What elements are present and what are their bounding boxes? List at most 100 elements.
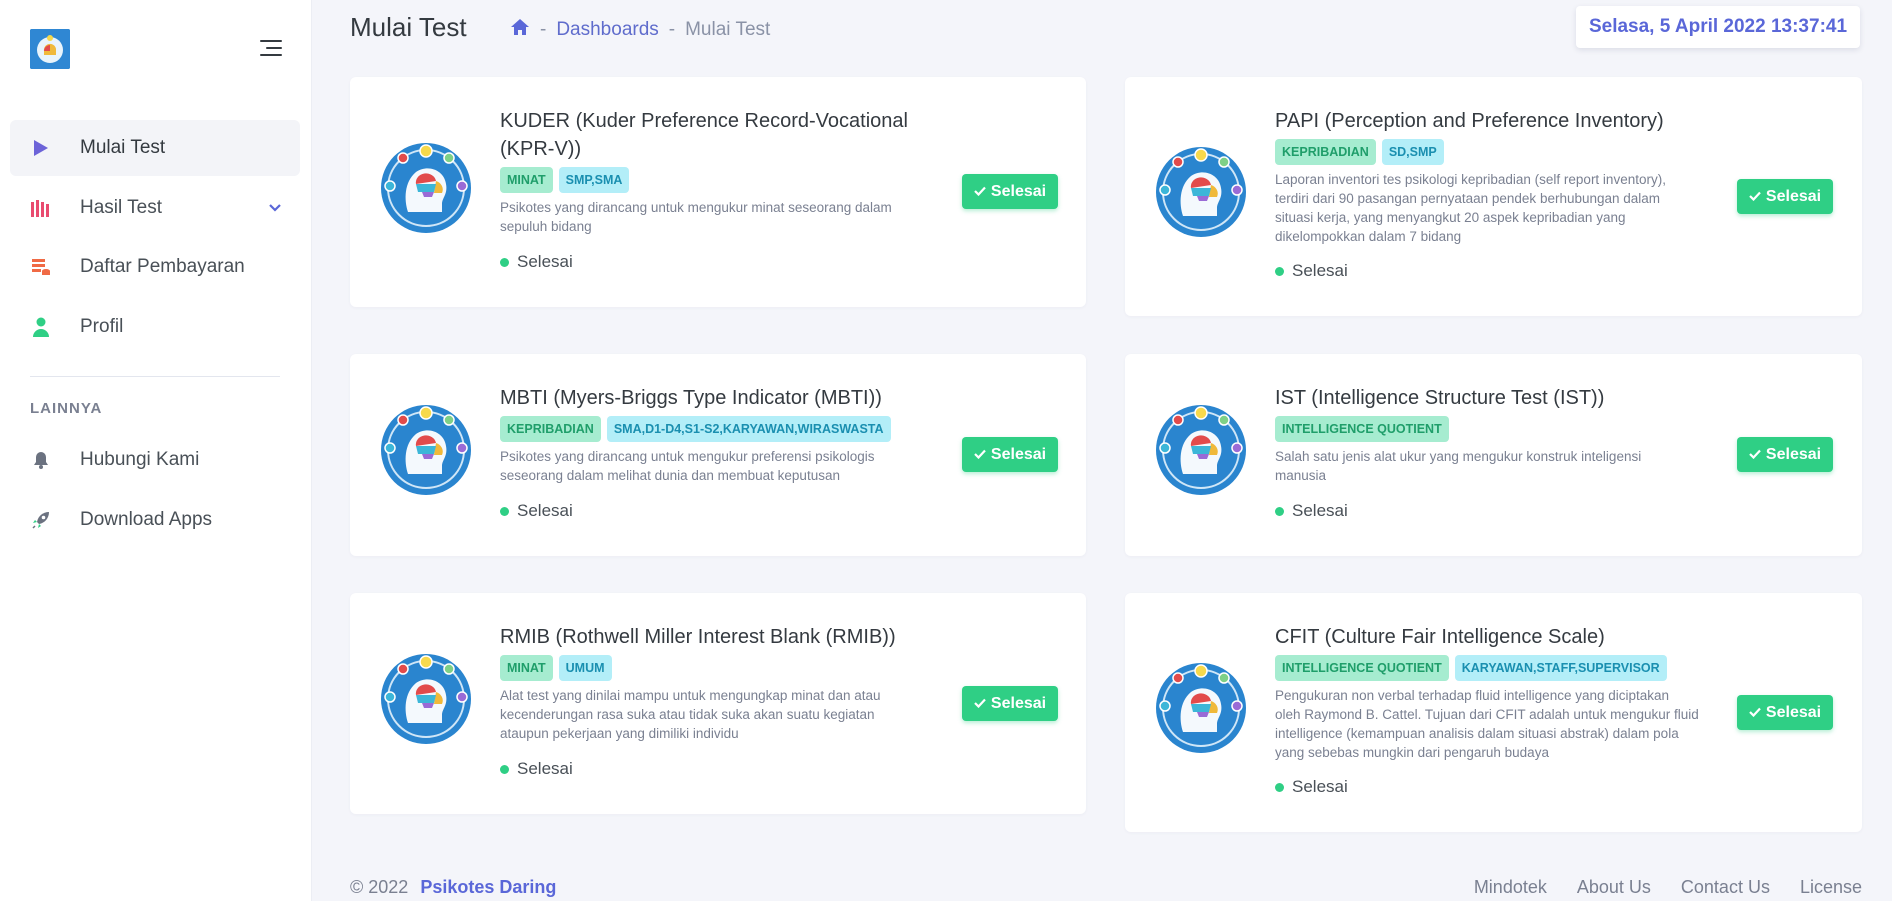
status-dot-icon [1275, 266, 1284, 276]
test-description-line: yang sebebas mungkin dari pengaruh buday… [1275, 745, 1549, 760]
test-badges: INTELLIGENCE QUOTIENT KARYAWAN,STAFF,SUP… [1275, 655, 1667, 681]
category-badge: INTELLIGENCE QUOTIENT [1275, 416, 1449, 442]
breadcrumb-separator: - [668, 19, 676, 40]
test-description-line: manusia [1275, 468, 1327, 483]
footer-link-license[interactable]: License [1800, 877, 1862, 898]
footer-link-mindotek[interactable]: Mindotek [1474, 877, 1547, 898]
sidebar-item-profil[interactable]: Profil [10, 299, 300, 355]
sidebar-section-title: LAINNYA [30, 400, 103, 417]
test-description: Psikotes yang dirancang untuk mengukur m… [500, 198, 892, 236]
test-status: Selesai [1275, 501, 1348, 521]
test-description-line: ataupun pekerjaan yang dimiliki individu [500, 726, 739, 741]
selesai-button[interactable]: Selesai [962, 686, 1058, 721]
test-description-line: kecenderungan rasa suka atau tidak suka … [500, 707, 875, 722]
selesai-button[interactable]: Selesai [962, 174, 1058, 209]
check-icon [974, 183, 986, 201]
selesai-button[interactable]: Selesai [1737, 437, 1833, 472]
test-status: Selesai [500, 501, 573, 521]
psychology-avatar-icon [1155, 662, 1247, 754]
level-badge: KARYAWAN,STAFF,SUPERVISOR [1454, 655, 1667, 681]
test-title: RMIB (Rothwell Miller Interest Blank (RM… [500, 626, 896, 648]
database-icon [30, 256, 52, 278]
sidebar-divider [30, 376, 280, 377]
test-description: Laporan inventori tes psikologi kepribad… [1275, 170, 1666, 246]
test-description-line: situasi kerja, yang menyangkut 20 aspek … [1275, 210, 1626, 225]
selesai-button[interactable]: Selesai [962, 437, 1058, 472]
test-card-mbti: MBTI (Myers-Briggs Type Indicator (MBTI)… [350, 354, 1086, 556]
test-description-line: sepuluh bidang [500, 219, 592, 234]
sidebar-item-download-apps[interactable]: Download Apps [10, 492, 300, 548]
footer-link-about-us[interactable]: About Us [1577, 877, 1651, 898]
test-description: Salah satu jenis alat ukur yang mengukur… [1275, 447, 1641, 485]
psychology-avatar-icon [1155, 146, 1247, 238]
test-title: CFIT (Culture Fair Intelligence Scale) [1275, 626, 1605, 648]
sidebar-toggle-icon[interactable] [258, 38, 282, 60]
bell-icon [30, 449, 52, 471]
bar-chart-icon [30, 197, 52, 219]
test-status-label: Selesai [1292, 777, 1348, 796]
test-description-line: dikelompokkan dalam 7 bidang [1275, 229, 1462, 244]
user-icon [30, 316, 52, 338]
footer-brand-link[interactable]: Psikotes Daring [420, 877, 556, 898]
rocket-icon [30, 509, 52, 531]
chevron-down-icon[interactable] [268, 200, 282, 218]
datetime-display: Selasa, 5 April 2022 13:37:41 [1576, 6, 1860, 48]
sidebar-item-label: Download Apps [80, 509, 213, 530]
test-title: PAPI (Perception and Preference Inventor… [1275, 110, 1664, 132]
test-description: Psikotes yang dirancang untuk mengukur p… [500, 447, 874, 485]
test-badges: MINAT UMUM [500, 655, 612, 681]
sidebar-item-daftar-pembayaran[interactable]: Daftar Pembayaran [10, 239, 300, 295]
button-label: Selesai [1765, 445, 1822, 463]
test-status: Selesai [1275, 777, 1348, 797]
home-icon[interactable] [510, 18, 530, 42]
sidebar-item-label: Daftar Pembayaran [80, 256, 245, 277]
level-badge: SMA,D1-D4,S1-S2,KARYAWAN,WIRASWASTA [606, 416, 891, 442]
sidebar-item-label: Mulai Test [80, 137, 166, 158]
selesai-button[interactable]: Selesai [1737, 695, 1833, 730]
test-title: IST (Intelligence Structure Test (IST)) [1275, 387, 1605, 409]
test-status: Selesai [1275, 261, 1348, 281]
breadcrumb-current: Mulai Test [685, 19, 771, 40]
button-label: Selesai [990, 445, 1047, 463]
check-icon [974, 695, 986, 713]
level-badge: UMUM [558, 655, 612, 681]
psychology-avatar-icon [380, 404, 472, 496]
test-card-ist: IST (Intelligence Structure Test (IST)) … [1125, 354, 1862, 556]
category-badge: KEPRIBADIAN [500, 416, 601, 442]
test-description-line: Psikotes yang dirancang untuk mengukur p… [500, 449, 875, 464]
test-status: Selesai [500, 252, 573, 272]
test-card-kuder: KUDER (Kuder Preference Record-Vocationa… [350, 77, 1086, 307]
sidebar-item-mulai-test[interactable]: Mulai Test [10, 120, 300, 176]
psychology-avatar-icon [1155, 404, 1247, 496]
breadcrumb-separator: - [540, 19, 547, 40]
test-status-label: Selesai [517, 759, 573, 778]
test-badges: KEPRIBADIAN SMA,D1-D4,S1-S2,KARYAWAN,WIR… [500, 416, 891, 442]
button-label: Selesai [990, 182, 1047, 200]
button-label: Selesai [1765, 187, 1822, 205]
test-status-label: Selesai [1292, 501, 1348, 520]
test-title-line: (KPR-V)) [500, 138, 582, 160]
level-badge: SMP,SMA [558, 167, 630, 193]
button-label: Selesai [990, 694, 1047, 712]
breadcrumb: - Dashboards - Mulai Test [510, 18, 770, 42]
test-description-line: Salah satu jenis alat ukur yang mengukur… [1275, 449, 1642, 464]
page-title: Mulai Test [350, 12, 467, 42]
app-logo[interactable] [30, 29, 70, 69]
sidebar-item-label: Hasil Test [80, 197, 163, 218]
selesai-button[interactable]: Selesai [1737, 179, 1833, 214]
sidebar-item-hubungi-kami[interactable]: Hubungi Kami [10, 432, 300, 488]
check-icon [1749, 704, 1761, 722]
footer-copyright: © 2022 Psikotes Daring [350, 877, 556, 898]
test-status-label: Selesai [1292, 261, 1348, 280]
sidebar-item-hasil-test[interactable]: Hasil Test [10, 180, 300, 236]
test-description-line: seseorang dalam melihat dunia dan membua… [500, 468, 840, 483]
test-description-line: Laporan inventori tes psikologi kepribad… [1275, 172, 1666, 187]
status-dot-icon [1275, 506, 1284, 516]
test-description: Alat test yang dinilai mampu untuk mengu… [500, 686, 881, 743]
test-status-label: Selesai [517, 501, 573, 520]
test-card-cfit: CFIT (Culture Fair Intelligence Scale) I… [1125, 593, 1862, 832]
copyright-text: © 2022 [350, 877, 409, 897]
test-badges: KEPRIBADIAN SD,SMP [1275, 139, 1444, 165]
breadcrumb-dashboards-link[interactable]: Dashboards [556, 19, 658, 41]
footer-link-contact-us[interactable]: Contact Us [1681, 877, 1770, 898]
